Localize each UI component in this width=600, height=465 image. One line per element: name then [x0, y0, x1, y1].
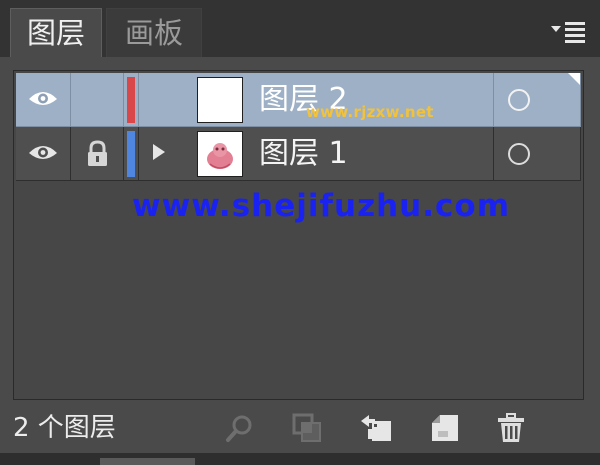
- target-circle-icon: [508, 89, 530, 111]
- watermark-small: www.rjzxw.net: [306, 103, 434, 121]
- lock-icon: [88, 140, 107, 166]
- selection-corner-icon: [568, 73, 580, 85]
- tab-layers[interactable]: 图层: [10, 8, 102, 57]
- layer-thumbnail: [197, 131, 243, 177]
- layers-list: 图层 2 图层 1: [13, 70, 584, 400]
- trash-icon[interactable]: [494, 411, 528, 445]
- eye-icon: [29, 92, 57, 105]
- scroll-thumb[interactable]: [100, 458, 195, 465]
- layers-panel: 图层 画板 图层 2 图层 1 www.rjzxw.net www.shejif…: [0, 0, 600, 465]
- target-circle-icon: [508, 143, 530, 165]
- panel-tab-bar: 图层 画板: [0, 0, 600, 57]
- layer-main-cell[interactable]: 图层 1: [139, 127, 494, 181]
- layer-row[interactable]: 图层 1: [16, 127, 581, 181]
- visibility-toggle[interactable]: [16, 127, 71, 181]
- search-icon[interactable]: [223, 411, 257, 445]
- layer-color-swatch: [124, 73, 139, 127]
- eye-icon: [29, 146, 57, 159]
- layer-target[interactable]: [494, 73, 581, 127]
- layer-count-label: 2 个图层: [13, 413, 116, 443]
- layer-color-swatch: [124, 127, 139, 181]
- layer-thumbnail: [197, 77, 243, 123]
- layer-row[interactable]: 图层 2: [16, 73, 581, 127]
- tab-artboards[interactable]: 画板: [106, 8, 202, 57]
- lock-toggle[interactable]: [71, 127, 124, 181]
- layer-name[interactable]: 图层 1: [259, 127, 348, 181]
- artwork-thumbnail-icon: [207, 143, 233, 169]
- panel-bottom-strip: [0, 453, 600, 465]
- clipping-mask-icon[interactable]: [290, 411, 324, 445]
- watermark-big: www.shejifuzhu.com: [132, 188, 510, 224]
- visibility-toggle[interactable]: [16, 73, 71, 127]
- lock-toggle[interactable]: [71, 73, 124, 127]
- sublayer-icon[interactable]: [359, 411, 393, 445]
- layer-target[interactable]: [494, 127, 581, 181]
- expand-triangle-icon[interactable]: [153, 144, 165, 160]
- panel-menu-icon[interactable]: [549, 18, 589, 44]
- panel-footer: 2 个图层: [0, 403, 600, 453]
- new-layer-icon[interactable]: [428, 411, 462, 445]
